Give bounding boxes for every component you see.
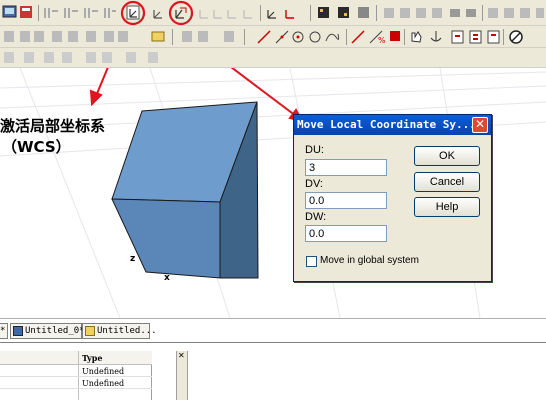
- splitter-bar[interactable]: ✕: [176, 351, 188, 400]
- flag-icon[interactable]: [20, 6, 32, 18]
- table-header-row: [0, 351, 152, 365]
- move-wcs-icon[interactable]: [175, 7, 187, 19]
- properties-table: Type Undefined Undefined: [0, 351, 152, 400]
- pick-2-icon: [504, 8, 514, 18]
- pick-1-icon: [488, 8, 498, 18]
- tab-untitled-1[interactable]: Untitled...: [82, 323, 157, 339]
- material-icon[interactable]: [338, 7, 349, 18]
- wcs-reset-icon[interactable]: [285, 10, 294, 19]
- fill-square-icon[interactable]: [390, 31, 400, 41]
- folder-icon: [85, 326, 95, 336]
- port-2-icon[interactable]: [469, 30, 482, 44]
- boolean-sub-icon: [400, 8, 410, 18]
- toolbar-icons-row3: [4, 52, 158, 63]
- close-button[interactable]: ✕: [472, 117, 488, 133]
- split-icon[interactable]: [44, 8, 58, 18]
- cancel-button[interactable]: Cancel: [414, 172, 480, 192]
- table-row[interactable]: [0, 365, 152, 377]
- activate-wcs-icon[interactable]: [126, 5, 140, 20]
- shape-1-icon: [450, 9, 460, 17]
- ok-button[interactable]: OK: [414, 146, 480, 166]
- extend-icon[interactable]: %: [369, 30, 386, 45]
- boolean-add-icon: [384, 8, 394, 18]
- hand-icon[interactable]: [411, 31, 422, 43]
- wcs-local-icon[interactable]: [267, 10, 276, 19]
- dw-field[interactable]: 0.0: [305, 225, 387, 242]
- column-header-type: Type: [82, 353, 103, 363]
- stop-icon[interactable]: [509, 30, 523, 44]
- toolbar-icons-row2: %: [4, 29, 523, 45]
- cube-front-face: [111, 198, 221, 279]
- disabled-edit-tools-icon: [4, 52, 158, 63]
- toolbar-icons-row1: [2, 0, 544, 26]
- point-icon[interactable]: [292, 31, 304, 43]
- cube-solid[interactable]: [111, 101, 259, 279]
- du-label: DU:: [305, 144, 324, 156]
- tertiary-toolbar: [0, 48, 546, 68]
- tab-label: Untitled...: [97, 326, 157, 336]
- document-icon: [13, 326, 23, 336]
- open-folder-icon[interactable]: [151, 31, 165, 42]
- table-cell-type: Undefined: [82, 367, 125, 376]
- secondary-toolbar: %: [0, 26, 546, 48]
- tab-label: Untitled_0*: [25, 326, 85, 336]
- line-icon[interactable]: [257, 30, 271, 44]
- spline-icon[interactable]: [325, 33, 340, 42]
- global-system-checkbox-label: Move in global system: [320, 255, 419, 266]
- main-toolbar: [0, 0, 546, 26]
- shape-2-icon: [466, 9, 476, 17]
- arrow-head-activate-wcs: [89, 89, 103, 107]
- axis-label-z: z: [130, 254, 136, 264]
- align-wcs-icon[interactable]: [153, 10, 162, 19]
- move-wcs-dialog: Move Local Coordinate Sy... ✕ DU: 3 DV: …: [293, 114, 492, 282]
- boolean-intersect-icon: [416, 8, 426, 18]
- circle-icon[interactable]: [309, 31, 321, 43]
- du-field[interactable]: 3: [305, 159, 387, 176]
- trim-line-icon[interactable]: [351, 30, 365, 44]
- arrow-activate-wcs: [95, 68, 109, 97]
- svg-text:%: %: [378, 36, 386, 45]
- disabled-tools-icon: [4, 31, 128, 42]
- split-3-icon[interactable]: [84, 8, 98, 18]
- tab-untitled-0[interactable]: Untitled_0*: [10, 323, 85, 339]
- split-4-icon[interactable]: [104, 8, 116, 18]
- table-cell-type: Undefined: [82, 379, 125, 388]
- dv-label: DV:: [305, 178, 323, 190]
- component-icon[interactable]: [318, 7, 329, 18]
- pick-3-icon: [520, 8, 530, 18]
- axis-label-x: x: [164, 273, 170, 283]
- monitor-icon[interactable]: [2, 5, 17, 18]
- global-system-checkbox[interactable]: [306, 256, 317, 267]
- rotate-wcs-2-icon: [213, 10, 222, 19]
- port-3-icon[interactable]: [487, 30, 500, 44]
- bottom-panel: Type Undefined Undefined ✕: [0, 342, 546, 400]
- rotate-wcs-4-icon: [243, 10, 252, 19]
- tab-stub[interactable]: *: [0, 323, 8, 339]
- annotation-line-1: 激活局部坐标系: [0, 117, 106, 135]
- polyline-icon[interactable]: [275, 30, 289, 44]
- table-row[interactable]: [0, 377, 152, 389]
- dv-field[interactable]: 0.0: [305, 192, 387, 209]
- dialog-title: Move Local Coordinate Sy...: [297, 118, 476, 131]
- group-icon[interactable]: [358, 7, 369, 18]
- port-1-icon[interactable]: [451, 30, 464, 44]
- boolean-insert-icon: [432, 8, 442, 18]
- rotate-wcs-3-icon: [227, 10, 236, 19]
- pick-4-icon: [536, 8, 544, 18]
- highlight-ring-move-wcs: [168, 0, 194, 26]
- split-2-icon[interactable]: [64, 8, 78, 18]
- curve-tools-icon: [182, 31, 234, 42]
- dw-label: DW:: [305, 211, 327, 223]
- annotation-line-2: （WCS）: [2, 138, 71, 156]
- anchor-icon[interactable]: [430, 31, 442, 42]
- rotate-wcs-icon: [199, 10, 208, 19]
- close-pane-icon[interactable]: ✕: [178, 351, 185, 361]
- dialog-titlebar[interactable]: Move Local Coordinate Sy... ✕: [294, 115, 491, 135]
- document-tab-strip: * Untitled_0* Untitled...: [0, 318, 546, 342]
- help-button[interactable]: Help: [414, 197, 480, 217]
